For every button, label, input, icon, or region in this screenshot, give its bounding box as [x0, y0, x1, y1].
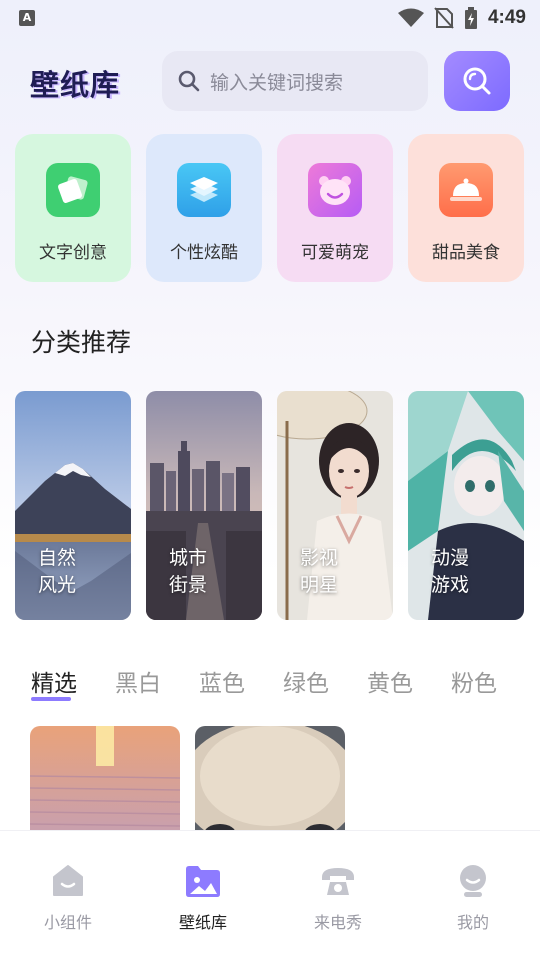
tab-pink[interactable]: 粉色: [451, 664, 497, 698]
animal-face-image: [195, 726, 345, 836]
no-sim-icon: [434, 7, 454, 29]
category-card-nature[interactable]: 自然 风光: [15, 391, 131, 620]
quick-category-cute-pets[interactable]: 可爱萌宠: [277, 134, 393, 282]
bear-face-icon: [308, 163, 362, 217]
active-tab-indicator: [31, 697, 71, 701]
phone-icon: [318, 861, 358, 901]
battery-icon: [464, 7, 477, 29]
sunset-sea-image: [30, 726, 180, 836]
stacked-cards-icon: [46, 163, 100, 217]
nav-label: 壁纸库: [178, 913, 227, 932]
nav-label: 我的: [456, 913, 489, 932]
widget-icon: [48, 861, 88, 901]
quick-category-label: 个性炫酷: [170, 243, 238, 263]
nav-label: 小组件: [43, 913, 92, 932]
nav-wallpapers[interactable]: 壁纸库: [153, 861, 253, 933]
wallpaper-icon: [183, 861, 223, 901]
search-placeholder: 输入关键词搜索: [210, 71, 344, 94]
wifi-icon: [397, 8, 424, 27]
nav-label: 来电秀: [313, 913, 362, 932]
nav-caller-show[interactable]: 来电秀: [288, 861, 388, 933]
app-logo: 壁纸库: [30, 68, 121, 102]
category-card-anime-games[interactable]: 动漫 游戏: [408, 391, 524, 620]
search-icon: [178, 70, 200, 92]
quick-category-label: 甜品美食: [432, 243, 500, 263]
category-card-movie-stars[interactable]: 影视 明星: [277, 391, 393, 620]
wallpaper-thumbnail[interactable]: [30, 726, 180, 836]
wallpaper-thumbnail[interactable]: [195, 726, 345, 836]
search-button[interactable]: [444, 51, 510, 111]
tab-black-white[interactable]: 黑白: [115, 664, 161, 698]
nav-widgets[interactable]: 小组件: [18, 861, 118, 933]
category-card-label: 动漫 游戏: [431, 547, 470, 596]
search-icon: [463, 67, 491, 95]
clock: 4:49: [487, 7, 526, 28]
tab-featured[interactable]: 精选: [31, 664, 77, 698]
search-input[interactable]: 输入关键词搜索: [162, 51, 428, 111]
status-bar: A 4:49: [0, 0, 540, 36]
section-title: 分类推荐: [31, 328, 132, 357]
bottom-navigation: 小组件 壁纸库 来电秀 我的: [0, 830, 540, 960]
quick-category-text-creative[interactable]: 文字创意: [15, 134, 131, 282]
category-card-label: 自然 风光: [38, 547, 77, 596]
quick-category-cool[interactable]: 个性炫酷: [146, 134, 262, 282]
category-card-label: 城市 街景: [169, 547, 208, 596]
quick-category-label: 可爱萌宠: [301, 243, 369, 263]
layers-icon: [177, 163, 231, 217]
profile-icon: [453, 861, 493, 901]
food-cloche-icon: [439, 163, 493, 217]
quick-category-label: 文字创意: [39, 243, 107, 263]
tab-yellow[interactable]: 黄色: [367, 664, 413, 698]
category-card-label: 影视 明星: [300, 547, 339, 596]
tab-blue[interactable]: 蓝色: [199, 664, 245, 698]
quick-category-desserts[interactable]: 甜品美食: [408, 134, 524, 282]
nav-profile[interactable]: 我的: [423, 861, 523, 933]
category-card-city[interactable]: 城市 街景: [146, 391, 262, 620]
tab-green[interactable]: 绿色: [283, 664, 329, 698]
notification-icon: A: [19, 10, 35, 26]
